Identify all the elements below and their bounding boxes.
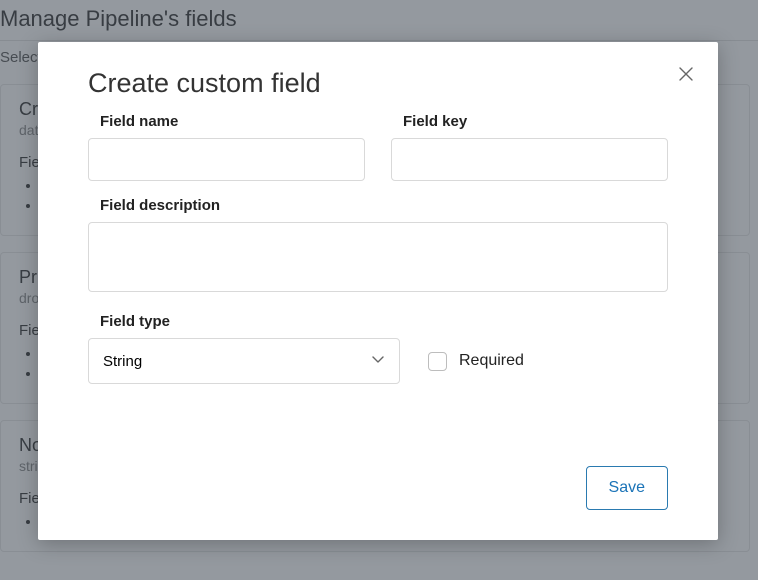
field-name-input[interactable] [88, 138, 365, 181]
field-description-input[interactable] [88, 222, 668, 292]
field-type-label: Field type [100, 313, 668, 330]
required-checkbox[interactable] [428, 352, 447, 371]
field-type-value: String [103, 353, 142, 370]
field-type-select[interactable]: String [88, 338, 400, 384]
field-key-label: Field key [403, 113, 668, 130]
save-button[interactable]: Save [586, 466, 668, 510]
required-label: Required [459, 352, 524, 370]
field-description-label: Field description [100, 197, 668, 214]
field-name-label: Field name [100, 113, 365, 130]
close-icon [679, 67, 693, 86]
create-custom-field-modal: Create custom field Field name Field key… [38, 42, 718, 540]
field-key-input[interactable] [391, 138, 668, 181]
close-button[interactable] [674, 64, 698, 88]
chevron-down-icon [371, 352, 385, 370]
modal-title: Create custom field [88, 68, 668, 99]
